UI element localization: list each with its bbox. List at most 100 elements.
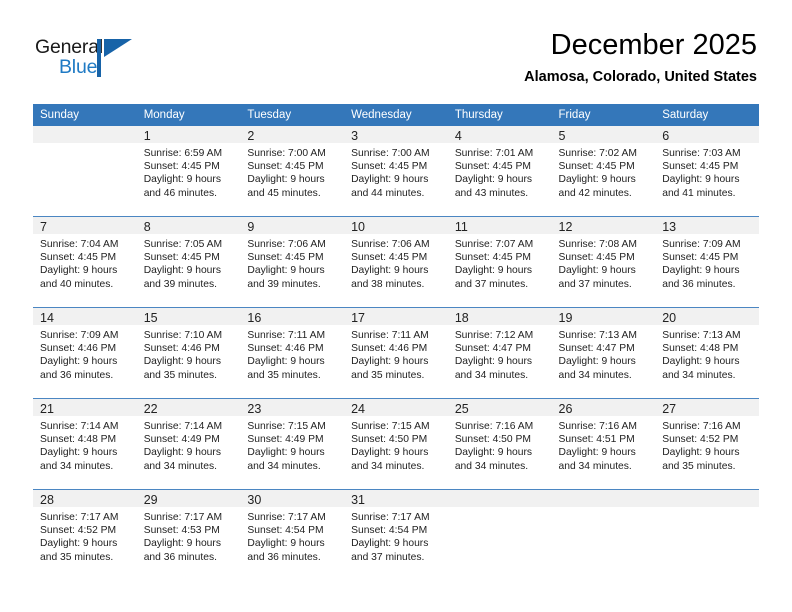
sunset-text: Sunset: 4:54 PM (247, 525, 324, 537)
calendar-day-cell[interactable]: 16 Sunrise: 7:11 AM Sunset: 4:46 PM Dayligh… (240, 308, 345, 398)
calendar-day-cell[interactable]: 6 Sunrise: 7:03 AM Sunset: 4:45 PM Daylight… (655, 126, 759, 216)
daylight-text-line2: and 38 minutes. (351, 278, 425, 290)
sunset-text: Sunset: 4:54 PM (351, 525, 428, 537)
calendar-day-cell[interactable]: 12 Sunrise: 7:08 AM Sunset: 4:45 PM Dayligh… (551, 217, 656, 307)
day-number-strip: 22 (136, 399, 241, 416)
daylight-text-line2: and 46 minutes. (143, 187, 217, 199)
calendar-day-cell[interactable]: 20 Sunrise: 7:13 AM Sunset: 4:48 PM Dayligh… (655, 308, 759, 398)
daylight-text-line2: and 45 minutes. (247, 187, 321, 199)
daylight-text-line1: Daylight: 9 hours (143, 356, 221, 368)
calendar-day-cell[interactable]: 22 Sunrise: 7:14 AM Sunset: 4:49 PM Dayligh… (136, 399, 241, 489)
sunset-text: Sunset: 4:48 PM (662, 343, 739, 355)
daylight-text-line1: Daylight: 9 hours (247, 447, 325, 459)
day-details: Sunrise: 6:59 AM Sunset: 4:45 PM Daylight:… (137, 143, 241, 200)
daylight-text-line2: and 37 minutes. (351, 551, 425, 563)
calendar-day-cell[interactable]: 8 Sunrise: 7:05 AM Sunset: 4:45 PM Daylight… (136, 217, 241, 307)
calendar-day-cell[interactable]: 2 Sunrise: 7:00 AM Sunset: 4:45 PM Daylight… (240, 126, 345, 216)
weekday-header-monday: Monday (136, 104, 241, 126)
day-details: Sunrise: 7:11 AM Sunset: 4:46 PM Daylight:… (240, 325, 344, 382)
calendar-day-cell[interactable]: 15 Sunrise: 7:10 AM Sunset: 4:46 PM Dayligh… (136, 308, 241, 398)
calendar-day-cell[interactable]: 3 Sunrise: 7:00 AM Sunset: 4:45 PM Daylight… (344, 126, 448, 216)
day-cell-inner: 23 Sunrise: 7:15 AM Sunset: 4:49 PM Dayligh… (240, 399, 345, 489)
sunset-text: Sunset: 4:46 PM (143, 343, 220, 355)
sunrise-text: Sunrise: 7:00 AM (247, 148, 326, 159)
calendar-day-cell[interactable]: 24 Sunrise: 7:15 AM Sunset: 4:50 PM Dayligh… (344, 399, 448, 489)
day-number-strip (447, 490, 552, 507)
daylight-text-line1: Daylight: 9 hours (40, 356, 118, 368)
day-number-strip (33, 126, 137, 143)
calendar-day-cell[interactable]: 1 Sunrise: 6:59 AM Sunset: 4:45 PM Daylight… (136, 126, 241, 216)
sunrise-text: Sunrise: 7:14 AM (143, 421, 223, 432)
sunrise-text: Sunrise: 7:11 AM (247, 330, 326, 341)
sunset-text: Sunset: 4:45 PM (351, 161, 428, 173)
calendar-day-cell[interactable]: 14 Sunrise: 7:09 AM Sunset: 4:46 PM Dayligh… (33, 308, 137, 398)
daylight-text-line1: Daylight: 9 hours (558, 356, 636, 368)
calendar-day-cell[interactable]: 4 Sunrise: 7:01 AM Sunset: 4:45 PM Daylight… (447, 126, 552, 216)
day-cell-inner: 4 Sunrise: 7:01 AM Sunset: 4:45 PM Daylight… (447, 126, 552, 216)
day-cell-inner: 20 Sunrise: 7:13 AM Sunset: 4:48 PM Dayligh… (655, 308, 759, 398)
day-details: Sunrise: 7:00 AM Sunset: 4:45 PM Daylight:… (344, 143, 448, 200)
day-cell-inner: 13 Sunrise: 7:09 AM Sunset: 4:45 PM Dayligh… (655, 217, 759, 307)
calendar-day-cell[interactable]: 29 Sunrise: 7:17 AM Sunset: 4:53 PM Dayligh… (136, 490, 241, 580)
sunset-text: Sunset: 4:46 PM (351, 343, 428, 355)
calendar-day-cell[interactable]: 28 Sunrise: 7:17 AM Sunset: 4:52 PM Dayligh… (33, 490, 137, 580)
day-number-strip: 15 (136, 308, 241, 325)
day-number: 1 (143, 129, 151, 143)
day-details: Sunrise: 7:11 AM Sunset: 4:46 PM Daylight:… (344, 325, 448, 382)
day-number-strip: 2 (240, 126, 345, 143)
calendar-day-cell[interactable]: 31 Sunrise: 7:17 AM Sunset: 4:54 PM Dayligh… (344, 490, 448, 580)
general-blue-logo[interactable]: General Blue (35, 36, 155, 86)
day-cell-inner: 22 Sunrise: 7:14 AM Sunset: 4:49 PM Dayligh… (136, 399, 241, 489)
daylight-text-line1: Daylight: 9 hours (662, 174, 740, 186)
calendar-day-cell[interactable]: 9 Sunrise: 7:06 AM Sunset: 4:45 PM Daylight… (240, 217, 345, 307)
calendar-day-cell[interactable]: 23 Sunrise: 7:15 AM Sunset: 4:49 PM Dayligh… (240, 399, 345, 489)
daylight-text-line1: Daylight: 9 hours (558, 174, 636, 186)
sunset-text: Sunset: 4:52 PM (40, 525, 117, 537)
calendar-day-cell[interactable]: 30 Sunrise: 7:17 AM Sunset: 4:54 PM Dayligh… (240, 490, 345, 580)
calendar-day-cell[interactable]: 26 Sunrise: 7:16 AM Sunset: 4:51 PM Dayligh… (551, 399, 656, 489)
calendar-day-cell[interactable]: 7 Sunrise: 7:04 AM Sunset: 4:45 PM Daylight… (33, 217, 137, 307)
calendar-day-cell[interactable]: 25 Sunrise: 7:16 AM Sunset: 4:50 PM Dayligh… (447, 399, 552, 489)
day-details: Sunrise: 7:17 AM Sunset: 4:52 PM Daylight:… (33, 507, 137, 564)
day-cell-inner: 9 Sunrise: 7:06 AM Sunset: 4:45 PM Daylight… (240, 217, 345, 307)
sunrise-text: Sunrise: 6:59 AM (143, 148, 223, 159)
calendar-day-cell[interactable]: 17 Sunrise: 7:11 AM Sunset: 4:46 PM Dayligh… (344, 308, 448, 398)
calendar-day-cell[interactable]: 27 Sunrise: 7:16 AM Sunset: 4:52 PM Dayligh… (655, 399, 759, 489)
day-details: Sunrise: 7:15 AM Sunset: 4:50 PM Daylight:… (344, 416, 448, 473)
day-cell-inner: 19 Sunrise: 7:13 AM Sunset: 4:47 PM Dayligh… (551, 308, 656, 398)
day-details: Sunrise: 7:09 AM Sunset: 4:45 PM Daylight:… (655, 234, 759, 291)
daylight-text-line2: and 36 minutes. (143, 551, 217, 563)
daylight-text-line1: Daylight: 9 hours (40, 447, 118, 459)
calendar-day-cell[interactable]: 10 Sunrise: 7:06 AM Sunset: 4:45 PM Dayligh… (344, 217, 448, 307)
calendar-header-row: Sunday Monday Tuesday Wednesday Thursday Frid… (33, 104, 759, 126)
day-details: Sunrise: 7:13 AM Sunset: 4:47 PM Daylight:… (552, 325, 656, 382)
daylight-text-line2: and 35 minutes. (143, 369, 217, 381)
sunrise-text: Sunrise: 7:09 AM (40, 330, 119, 341)
day-cell-inner (655, 490, 759, 580)
day-cell-inner: 8 Sunrise: 7:05 AM Sunset: 4:45 PM Daylight… (136, 217, 241, 307)
calendar-empty-cell (447, 490, 552, 580)
day-number: 11 (454, 220, 468, 234)
sunrise-text: Sunrise: 7:05 AM (143, 239, 223, 250)
day-details: Sunrise: 7:06 AM Sunset: 4:45 PM Daylight:… (344, 234, 448, 291)
calendar-day-cell[interactable]: 5 Sunrise: 7:02 AM Sunset: 4:45 PM Daylight… (551, 126, 656, 216)
calendar-day-cell[interactable]: 18 Sunrise: 7:12 AM Sunset: 4:47 PM Dayligh… (447, 308, 552, 398)
daylight-text-line2: and 34 minutes. (558, 460, 632, 472)
sunset-text: Sunset: 4:45 PM (454, 161, 531, 173)
calendar-day-cell[interactable]: 19 Sunrise: 7:13 AM Sunset: 4:47 PM Dayligh… (551, 308, 656, 398)
daylight-text-line1: Daylight: 9 hours (662, 265, 740, 277)
weekday-header-sunday: Sunday (33, 104, 137, 126)
calendar-day-cell[interactable]: 13 Sunrise: 7:09 AM Sunset: 4:45 PM Dayligh… (655, 217, 759, 307)
day-number: 9 (247, 220, 255, 234)
sunset-text: Sunset: 4:50 PM (351, 434, 428, 446)
day-number: 18 (454, 311, 469, 325)
day-details: Sunrise: 7:01 AM Sunset: 4:45 PM Daylight:… (448, 143, 552, 200)
daylight-text-line2: and 36 minutes. (662, 278, 736, 290)
sunrise-text: Sunrise: 7:06 AM (351, 239, 430, 250)
sunrise-text: Sunrise: 7:03 AM (662, 148, 741, 159)
calendar-day-cell[interactable]: 21 Sunrise: 7:14 AM Sunset: 4:48 PM Dayligh… (33, 399, 137, 489)
day-cell-inner: 15 Sunrise: 7:10 AM Sunset: 4:46 PM Dayligh… (136, 308, 241, 398)
day-details: Sunrise: 7:06 AM Sunset: 4:45 PM Daylight:… (240, 234, 344, 291)
calendar-day-cell[interactable]: 11 Sunrise: 7:07 AM Sunset: 4:45 PM Dayligh… (447, 217, 552, 307)
day-details: Sunrise: 7:12 AM Sunset: 4:47 PM Daylight:… (448, 325, 552, 382)
